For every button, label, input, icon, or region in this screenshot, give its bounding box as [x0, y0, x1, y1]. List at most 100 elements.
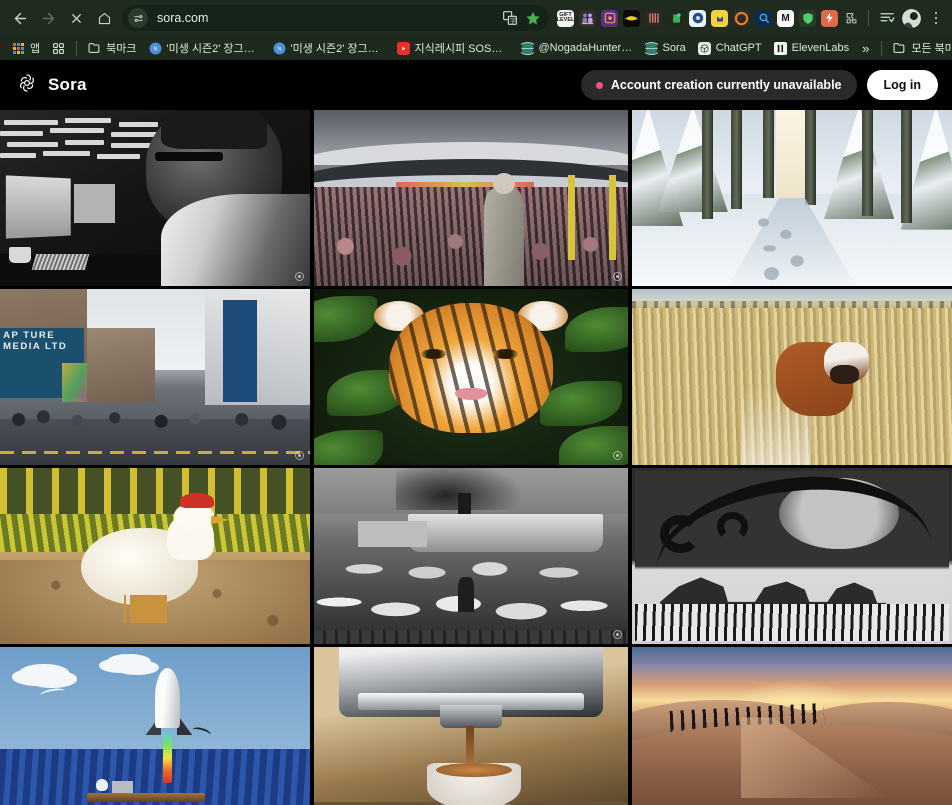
profile-avatar-icon[interactable]	[902, 8, 921, 28]
login-button[interactable]: Log in	[866, 70, 938, 100]
gallery-tile-dockside-bales[interactable]	[314, 468, 628, 644]
search-extension-icon[interactable]	[755, 9, 772, 27]
bookmark-item-chatgpt[interactable]: ChatGPT	[692, 40, 768, 57]
sora-brand[interactable]: Sora	[16, 72, 87, 99]
bookmark-item-folder[interactable]: 북마크	[82, 38, 142, 58]
gallery-tile-office-worker[interactable]	[0, 110, 310, 286]
blue-gear-extension-icon[interactable]	[689, 9, 706, 27]
all-bookmarks-button[interactable]: 모든 북마크	[887, 38, 952, 58]
tile-artwork	[314, 468, 628, 644]
tile-artwork	[632, 289, 952, 465]
screenshot-extension-icon[interactable]	[601, 9, 618, 27]
barcode-extension-icon[interactable]	[645, 9, 662, 27]
sora-watermark-icon	[613, 451, 622, 460]
forward-button[interactable]	[34, 4, 62, 32]
gallery-tile-camel-caravan[interactable]	[632, 647, 952, 805]
gift-card-extension-icon[interactable]: GIFT LEVEL	[557, 9, 574, 27]
extensions-tray: GIFT LEVEL M	[555, 8, 946, 28]
opera-extension-icon[interactable]	[733, 9, 750, 27]
tab-groups-shortcut[interactable]	[46, 40, 71, 57]
star-icon[interactable]	[525, 10, 541, 26]
gallery-tile-chicken-yard[interactable]	[0, 468, 310, 644]
gallery-tile-snowy-forest[interactable]: sora	[632, 110, 952, 286]
bookmark-item-misaeng-2[interactable]: N '미생 시즌2' 장그래…	[267, 38, 391, 58]
openai-sora-logo-icon	[16, 72, 38, 99]
bookmark-label: ChatGPT	[715, 42, 762, 54]
shield-extension-icon[interactable]	[799, 9, 816, 27]
gallery-tile-tiger-portrait[interactable]	[314, 289, 628, 465]
svg-text:N: N	[277, 46, 281, 52]
tile-artwork	[632, 468, 952, 644]
bookmark-item-elevenlabs[interactable]: ElevenLabs	[768, 40, 856, 57]
tile-artwork	[632, 647, 952, 805]
bookmarks-divider-right	[881, 40, 883, 56]
gallery-tile-london-street[interactable]: AP TURE MEDIA LTD	[0, 289, 310, 465]
blue-circle-icon: N	[149, 42, 162, 55]
gallery-tile-espresso-pour[interactable]	[314, 647, 628, 805]
evernote-extension-icon[interactable]	[667, 9, 684, 27]
download-extension-icon[interactable]	[711, 9, 728, 27]
apps-label: 앱	[30, 43, 41, 55]
status-badge: Account creation currently unavailable	[580, 70, 857, 100]
bookmark-item-sora[interactable]: Sora	[639, 40, 692, 57]
toolbar-divider	[868, 10, 869, 26]
home-button[interactable]	[90, 4, 118, 32]
tile-artwork	[632, 110, 952, 286]
translate-icon[interactable]: 字	[502, 10, 518, 26]
bookmark-item-soso-youtube[interactable]: 지식레시피 SOSO - Y…	[391, 38, 515, 58]
sora-site-header: Sora Account creation currently unavaila…	[0, 60, 952, 110]
three-dot-menu-icon[interactable]	[926, 8, 946, 28]
puzzle-extensions-icon[interactable]	[843, 10, 860, 27]
tab-groups-icon	[52, 42, 65, 55]
sora-watermark-icon	[613, 272, 622, 281]
bookmark-label: ElevenLabs	[791, 42, 850, 54]
tile-artwork	[314, 647, 628, 805]
tile-artwork	[314, 289, 628, 465]
bookmark-item-misaeng-1[interactable]: N '미생 시즌2' 장그래…	[143, 38, 267, 58]
youtube-icon	[396, 41, 410, 55]
folder-icon	[88, 42, 101, 55]
bookmark-label: '미생 시즌2' 장그래…	[290, 43, 385, 55]
lightning-extension-icon[interactable]	[821, 9, 838, 27]
apps-shortcut[interactable]: 앱	[6, 38, 46, 58]
sora-header-actions: Account creation currently unavailable L…	[580, 70, 938, 100]
url-text[interactable]: sora.com	[157, 11, 502, 25]
bookmarks-divider	[76, 40, 78, 56]
folder-icon	[893, 42, 906, 55]
stop-loading-button[interactable]	[62, 4, 90, 32]
status-dot-icon	[595, 81, 603, 89]
apps-grid-icon	[12, 42, 25, 55]
reading-list-icon[interactable]	[877, 10, 897, 27]
status-badge-text: Account creation currently unavailable	[610, 78, 842, 92]
bookmark-label: 북마크	[106, 43, 137, 55]
bookmark-label: '미생 시즌2' 장그래…	[166, 43, 261, 55]
bookmark-item-nogadahunter[interactable]: @NogadaHunter | G…	[515, 40, 639, 57]
gallery-tile-rocket-raft[interactable]	[0, 647, 310, 805]
metamask-extension-icon[interactable]: M	[777, 9, 794, 27]
sora-watermark-icon	[295, 272, 304, 281]
address-bar[interactable]: sora.com 字	[122, 5, 549, 31]
all-bookmarks-label: 모든 북마크	[911, 43, 952, 55]
tune-sliders-icon[interactable]	[128, 8, 148, 28]
sora-watermark-text: sora	[929, 275, 945, 282]
blue-circle-icon: N	[273, 42, 286, 55]
globe-icon	[644, 41, 658, 55]
back-button[interactable]	[6, 4, 34, 32]
tile-artwork: AP TURE MEDIA LTD	[0, 289, 310, 465]
elevenlabs-icon	[773, 41, 787, 55]
sora-brand-name: Sora	[48, 75, 87, 94]
chatgpt-icon	[697, 41, 711, 55]
tile-artwork	[0, 468, 310, 644]
tile-artwork	[314, 110, 628, 286]
storefront-sign-text: AP TURE MEDIA LTD	[3, 329, 68, 352]
honey-extension-icon[interactable]	[623, 9, 640, 27]
sora-watermark-icon	[613, 630, 622, 639]
globe-icon	[520, 41, 534, 55]
gallery-tile-kraken-woodcut[interactable]	[632, 468, 952, 644]
browser-toolbar: sora.com 字 GIFT LEVEL M	[0, 0, 952, 36]
people-extension-icon[interactable]	[579, 9, 596, 27]
gallery-tile-bulldog-field[interactable]	[632, 289, 952, 465]
gallery-grid: sora AP TURE MEDIA LTD	[0, 110, 952, 805]
gallery-tile-stadium-crowd[interactable]	[314, 110, 628, 286]
bookmarks-overflow-button[interactable]: »	[855, 41, 876, 56]
